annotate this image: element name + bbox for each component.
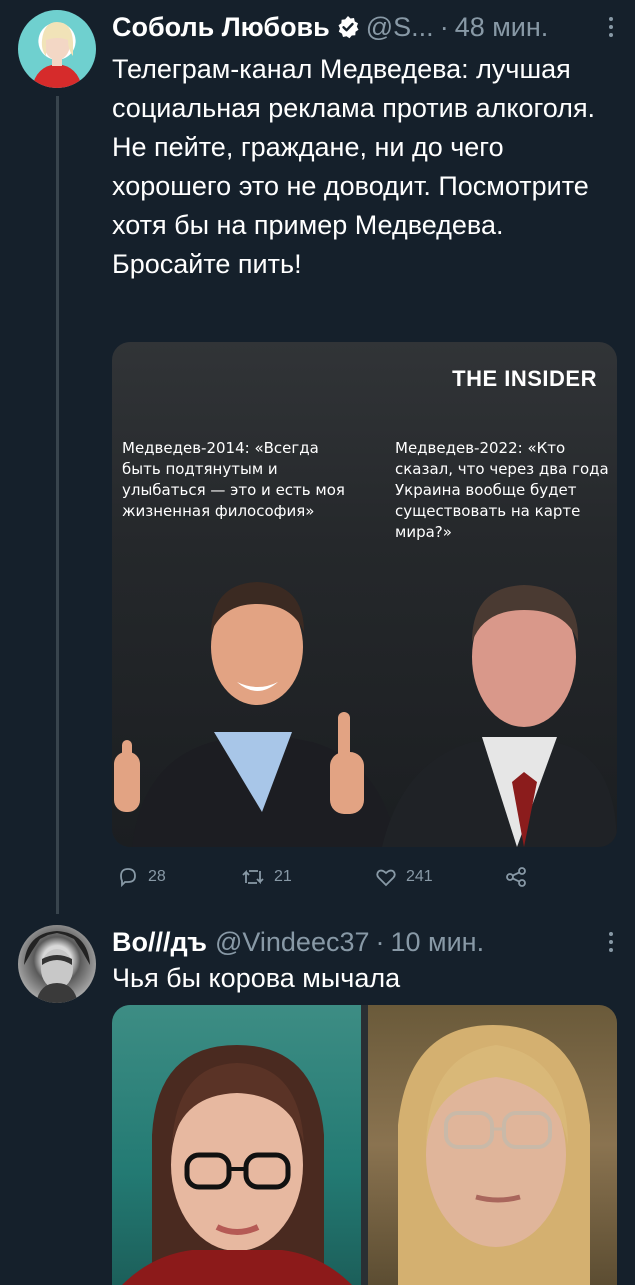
more-options-icon[interactable]	[607, 929, 615, 955]
like-count: 241	[406, 868, 433, 885]
share-icon	[506, 867, 526, 887]
author-name[interactable]: Соболь Любовь	[112, 12, 330, 43]
more-options-icon[interactable]	[607, 14, 615, 40]
separator-dot: ·	[375, 926, 385, 957]
author-handle[interactable]: @S...	[366, 12, 434, 43]
reply-button[interactable]: 28	[116, 862, 166, 892]
verified-icon	[338, 16, 359, 39]
reply-icon	[120, 868, 136, 888]
tweet-header: Bo///дъ @Vindeec37 · 10 мин.	[112, 925, 615, 959]
photo-illustration	[114, 582, 617, 847]
photo-right	[368, 1005, 617, 1285]
timestamp[interactable]: 10 мин.	[391, 927, 485, 958]
retweet-count: 21	[274, 868, 292, 885]
tweet[interactable]: Bo///дъ @Vindeec37 · 10 мин. Чья бы коро…	[0, 915, 635, 1285]
timestamp[interactable]: 48 мин.	[455, 12, 549, 43]
avatar[interactable]	[18, 10, 96, 88]
tweet-text: Телеграм-канал Медведева: лучшая социаль…	[112, 54, 596, 279]
like-button[interactable]: 241	[374, 862, 433, 892]
reply-count: 28	[148, 868, 166, 885]
heart-icon	[376, 869, 396, 887]
author-name[interactable]: Bo///дъ	[112, 927, 207, 958]
avatar[interactable]	[18, 925, 96, 1003]
tweet-header: Соболь Любовь @S... · 48 мин.	[112, 10, 615, 44]
tweet-image[interactable]	[112, 1005, 617, 1285]
retweet-icon	[242, 869, 264, 885]
share-button[interactable]	[504, 862, 528, 892]
tweet-image[interactable]: THE INSIDER Медведев-2014: «Всегда быть …	[112, 342, 617, 847]
retweet-button[interactable]: 21	[240, 862, 292, 892]
tweet[interactable]: Соболь Любовь @S... · 48 мин. Телеграм-к…	[0, 0, 635, 910]
tweet-text: Чья бы корова мычала	[112, 963, 401, 993]
author-handle[interactable]: @Vindeec37	[215, 927, 370, 958]
separator-dot: ·	[439, 11, 449, 42]
photo-left	[112, 1005, 361, 1285]
tweet-actions: 28 21 241	[112, 862, 542, 892]
